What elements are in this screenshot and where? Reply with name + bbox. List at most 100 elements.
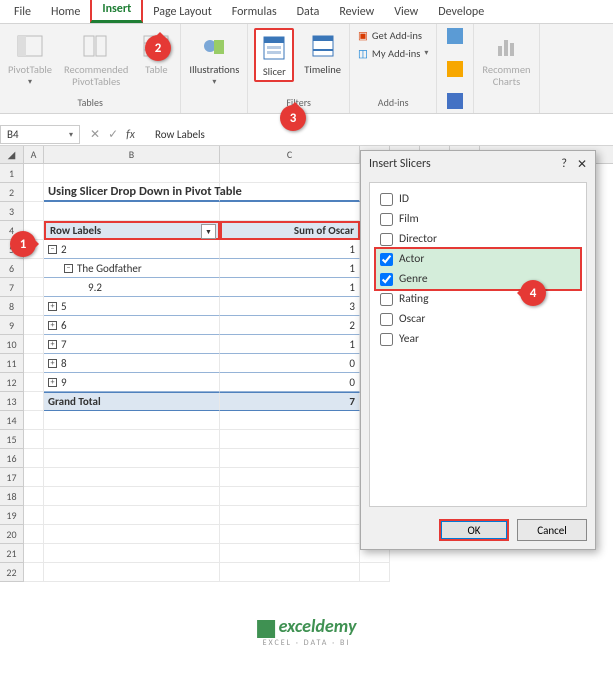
pivottable-button[interactable]: PivotTable▾ [6, 28, 54, 88]
pivot-row[interactable]: −The Godfather [44, 259, 220, 278]
checkbox[interactable] [380, 213, 393, 226]
chevron-down-icon[interactable]: ▾ [69, 130, 73, 140]
cancel-button[interactable]: Cancel [517, 519, 587, 541]
row-header[interactable]: 2 [0, 183, 24, 202]
col-header-a[interactable]: A [24, 146, 44, 163]
row-header[interactable]: 17 [0, 468, 24, 487]
bing-icon[interactable] [447, 61, 463, 77]
checkbox[interactable] [380, 253, 393, 266]
expand-icon[interactable]: + [48, 302, 57, 311]
field-checkbox-genre[interactable]: Genre [376, 269, 580, 289]
row-header[interactable]: 13 [0, 392, 24, 411]
collapse-icon[interactable]: − [48, 245, 57, 254]
field-checkbox-year[interactable]: Year [376, 329, 580, 349]
step-badge-4: 4 [520, 280, 546, 306]
field-checkbox-actor[interactable]: Actor [376, 249, 580, 269]
slicer-button[interactable]: Slicer [254, 28, 294, 82]
tab-review[interactable]: Review [329, 1, 384, 23]
field-checkbox-oscar[interactable]: Oscar [376, 309, 580, 329]
field-checkbox-id[interactable]: ID [376, 189, 580, 209]
help-icon[interactable]: ? [561, 157, 567, 172]
step-badge-3: 3 [280, 105, 306, 131]
checkbox[interactable] [380, 293, 393, 306]
row-header[interactable]: 20 [0, 525, 24, 544]
row-header[interactable]: 19 [0, 506, 24, 525]
row-header[interactable]: 6 [0, 259, 24, 278]
chart-icon-small[interactable] [447, 93, 463, 109]
ribbon-tabs: File Home Insert Page Layout Formulas Da… [0, 0, 613, 24]
row-header[interactable]: 21 [0, 544, 24, 563]
select-all-cell[interactable]: ◢ [0, 146, 24, 163]
pivot-row[interactable]: +7 [44, 335, 220, 354]
row-header[interactable]: 12 [0, 373, 24, 392]
watermark: exceldemy EXCEL · DATA · BI [257, 615, 357, 648]
timeline-button[interactable]: Timeline [302, 28, 343, 78]
dialog-titlebar[interactable]: Insert Slicers ? ✕ [361, 151, 595, 178]
pivot-row[interactable]: +5 [44, 297, 220, 316]
row-header[interactable]: 10 [0, 335, 24, 354]
row-header[interactable]: 1 [0, 164, 24, 183]
row-header[interactable]: 16 [0, 449, 24, 468]
row-header[interactable]: 7 [0, 278, 24, 297]
tab-data[interactable]: Data [287, 1, 330, 23]
title-cell[interactable]: Using Slicer Drop Down in Pivot Table [44, 183, 220, 202]
col-header-b[interactable]: B [44, 146, 220, 163]
row-labels-header[interactable]: Row Labels▼ [44, 221, 220, 240]
row-header[interactable]: 22 [0, 563, 24, 582]
checkbox[interactable] [380, 193, 393, 206]
expand-icon[interactable]: + [48, 359, 57, 368]
pivot-row[interactable]: −2 [44, 240, 220, 259]
tab-developer[interactable]: Develope [428, 1, 494, 23]
row-header[interactable]: 9 [0, 316, 24, 335]
row-header[interactable]: 15 [0, 430, 24, 449]
recommended-pivottables-button[interactable]: Recommended PivotTables [62, 28, 130, 89]
values-header[interactable]: Sum of Oscar [220, 221, 360, 240]
expand-icon[interactable]: + [48, 340, 57, 349]
col-header-c[interactable]: C [220, 146, 360, 163]
tab-page-layout[interactable]: Page Layout [143, 1, 221, 23]
field-checkbox-director[interactable]: Director [376, 229, 580, 249]
my-addins-button[interactable]: ◫My Add-ins▾ [356, 46, 430, 62]
checkbox[interactable] [380, 333, 393, 346]
enter-icon[interactable]: ✓ [108, 127, 118, 142]
recommended-charts-button[interactable]: Recommen Charts [480, 28, 532, 89]
row-header[interactable]: 11 [0, 354, 24, 373]
fx-icon[interactable]: fx [126, 128, 135, 142]
cancel-icon[interactable]: ✕ [90, 127, 100, 142]
tab-formulas[interactable]: Formulas [222, 1, 287, 23]
expand-icon[interactable]: + [48, 378, 57, 387]
formula-controls: ✕ ✓ fx [80, 127, 145, 142]
tab-file[interactable]: File [4, 1, 41, 23]
row-header[interactable]: 18 [0, 487, 24, 506]
get-addins-button[interactable]: ▣Get Add-ins [356, 28, 424, 44]
checkbox[interactable] [380, 313, 393, 326]
tab-home[interactable]: Home [41, 1, 90, 23]
pivot-row[interactable]: 9.2 [44, 278, 220, 297]
pivot-row[interactable]: +8 [44, 354, 220, 373]
ribbon: PivotTable▾ Recommended PivotTables Tabl… [0, 24, 613, 114]
filter-dropdown-button[interactable]: ▼ [201, 224, 216, 239]
people-icon[interactable] [447, 28, 463, 44]
tab-insert[interactable]: Insert [90, 0, 143, 23]
collapse-icon[interactable]: − [64, 264, 73, 273]
pivot-row[interactable]: +6 [44, 316, 220, 335]
group-label-tables: Tables [78, 94, 103, 109]
group-icon-stack [437, 24, 474, 113]
name-box[interactable]: B4▾ [0, 125, 80, 144]
row-header[interactable]: 8 [0, 297, 24, 316]
checkbox[interactable] [380, 233, 393, 246]
formula-input[interactable]: Row Labels [145, 128, 205, 141]
grand-total-value[interactable]: 7 [220, 392, 360, 411]
pivot-row[interactable]: +9 [44, 373, 220, 392]
tab-view[interactable]: View [384, 1, 428, 23]
close-icon[interactable]: ✕ [577, 157, 587, 172]
field-checkbox-film[interactable]: Film [376, 209, 580, 229]
row-header[interactable]: 3 [0, 202, 24, 221]
illustrations-button[interactable]: Illustrations▾ [187, 28, 241, 88]
checkbox[interactable] [380, 273, 393, 286]
grand-total-label[interactable]: Grand Total [44, 392, 220, 411]
expand-icon[interactable]: + [48, 321, 57, 330]
field-checkbox-rating[interactable]: Rating [376, 289, 580, 309]
ok-button[interactable]: OK [439, 519, 509, 541]
row-header[interactable]: 14 [0, 411, 24, 430]
